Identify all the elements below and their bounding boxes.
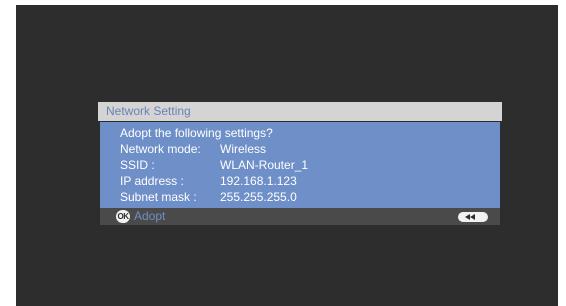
field-label: IP address : <box>120 174 184 188</box>
dialog-footer: OK Adopt <box>100 208 500 225</box>
field-label: Subnet mask : <box>120 190 197 204</box>
field-network-mode: Network mode: Wireless <box>100 141 500 157</box>
network-setting-dialog: Network Setting Adopt the following sett… <box>98 102 502 225</box>
back-button[interactable] <box>458 212 488 222</box>
rewind-icon <box>465 214 475 220</box>
field-ssid: SSID : WLAN-Router_1 <box>100 157 500 173</box>
field-value: WLAN-Router_1 <box>220 158 309 172</box>
dialog-title: Network Setting <box>98 102 502 121</box>
ok-button-icon[interactable]: OK <box>116 210 130 223</box>
prompt-text: Adopt the following settings? <box>120 126 273 140</box>
dialog-body: Adopt the following settings? Network mo… <box>100 122 500 208</box>
field-label: SSID : <box>120 158 155 172</box>
field-ip-address: IP address : 192.168.1.123 <box>100 173 500 189</box>
field-value: Wireless <box>220 142 267 156</box>
field-subnet-mask: Subnet mask : 255.255.255.0 <box>100 189 500 205</box>
tv-screen: Network Setting Adopt the following sett… <box>16 5 558 306</box>
field-label: Network mode: <box>120 142 201 156</box>
field-value: 255.255.255.0 <box>220 190 297 204</box>
confirm-prompt: Adopt the following settings? <box>100 125 500 141</box>
adopt-action-label[interactable]: Adopt <box>134 208 165 225</box>
field-value: 192.168.1.123 <box>220 174 297 188</box>
